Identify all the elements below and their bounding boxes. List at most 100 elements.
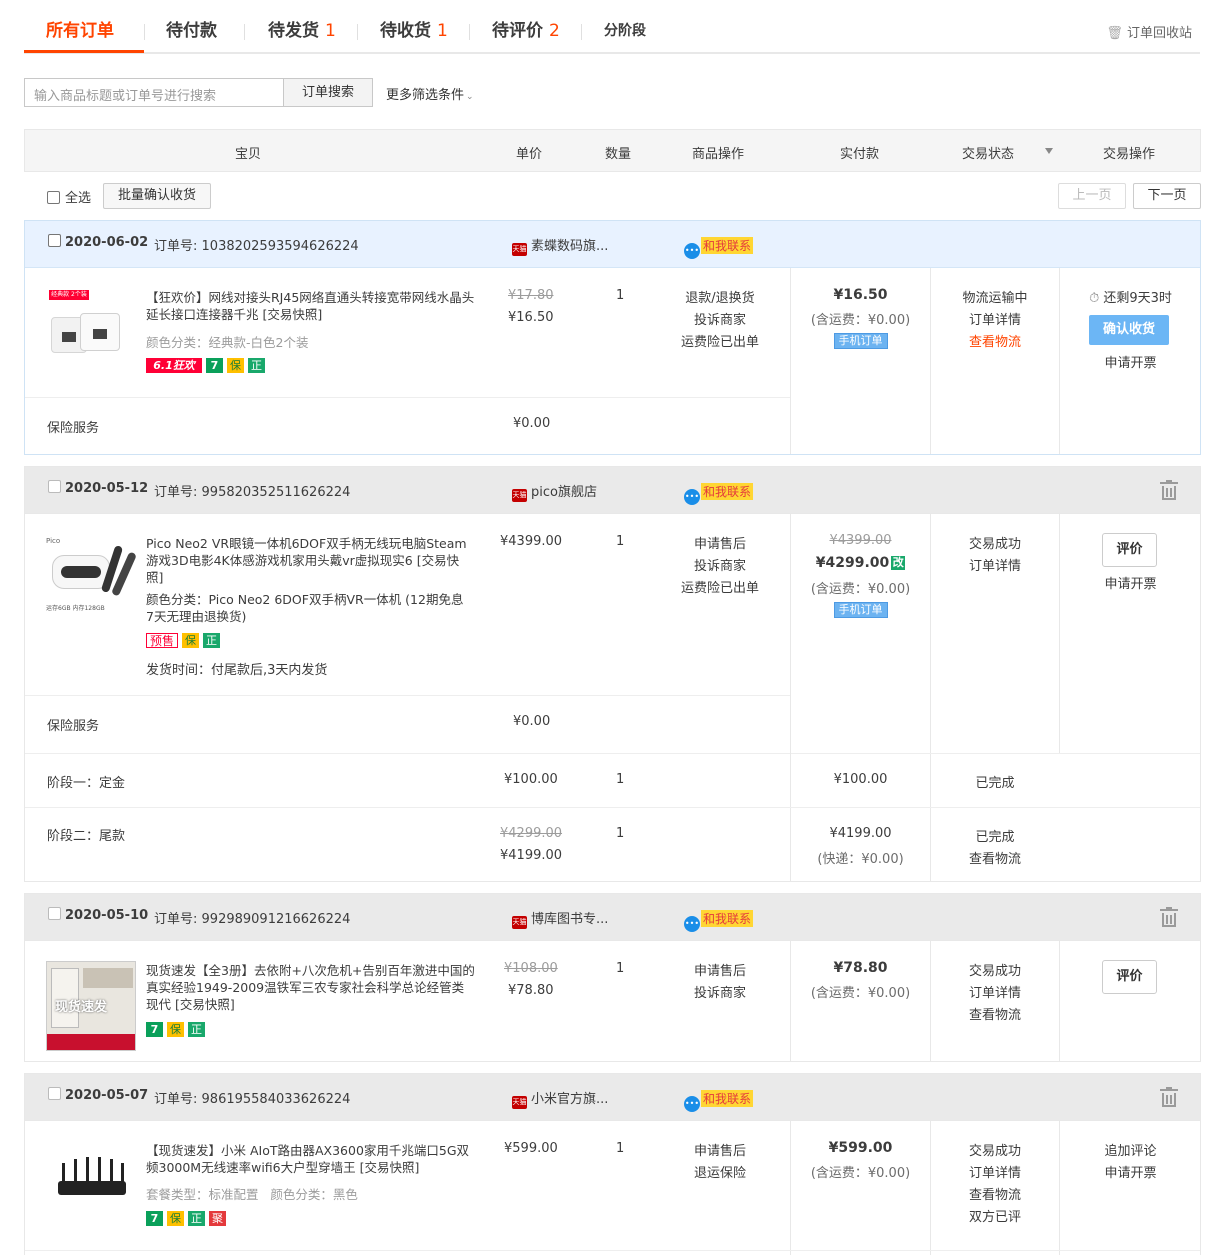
confirm-receipt-button[interactable]: 确认收货 — [1089, 315, 1169, 345]
trash-icon[interactable] — [1160, 907, 1178, 927]
product-title-link[interactable]: 【狂欢价】网线对接头RJ45网络直通头转接宽带网线水晶头延长接口连接器千兆 [交… — [146, 289, 476, 323]
view-logistics-link[interactable]: 查看物流 — [931, 848, 1059, 867]
select-all-label: 全选 — [65, 191, 92, 206]
status-text: 交易成功 — [968, 964, 1021, 979]
promo-badge[interactable]: 6.1狂欢 — [146, 358, 202, 373]
shipping-insurance-link[interactable]: 运费险已出单 — [665, 331, 775, 350]
refund-link[interactable]: 退款/退换货 — [665, 287, 775, 306]
col-price: 单价 — [516, 147, 543, 162]
shipping-insurance-link[interactable]: 运费险已出单 — [665, 577, 775, 596]
seven-day-return-icon[interactable]: 7 — [146, 1211, 163, 1226]
product-image[interactable]: 经典款 2个装 — [46, 287, 136, 377]
order-number-value: 986195584033626224 — [201, 1092, 351, 1107]
search-input[interactable]: 输入商品标题或订单号进行搜索 — [24, 78, 284, 107]
chevron-down-icon: ⌄ — [466, 92, 474, 102]
view-logistics-link[interactable]: 查看物流 — [931, 1004, 1059, 1023]
return-insurance-link[interactable]: 退运保险 — [665, 1162, 775, 1181]
select-all[interactable]: 全选 — [47, 187, 91, 206]
trash-icon[interactable] — [1160, 480, 1178, 500]
order-checkbox[interactable] — [48, 480, 61, 493]
view-logistics-link[interactable]: 查看物流 — [931, 1184, 1059, 1203]
tab-pending-payment[interactable]: 待付款 — [166, 16, 217, 41]
guarantee-icon[interactable]: 保 — [167, 1022, 184, 1037]
genuine-icon[interactable]: 正 — [203, 633, 221, 648]
after-sale-link[interactable]: 申请售后 — [665, 1140, 775, 1159]
shop-link[interactable]: 天猫 博库图书专... — [512, 908, 608, 929]
invoice-link[interactable]: 申请开票 — [1060, 1162, 1201, 1181]
guarantee-icon[interactable]: 保 — [182, 633, 200, 648]
complain-link[interactable]: 投诉商家 — [665, 982, 775, 1001]
view-logistics-link[interactable]: 查看物流 — [931, 331, 1059, 350]
order-number-label: 订单号: — [154, 485, 198, 500]
order-number-label: 订单号: — [154, 912, 198, 927]
rate-button[interactable]: 评价 — [1102, 960, 1157, 994]
invoice-link[interactable]: 申请开票 — [1060, 352, 1201, 371]
tmall-icon: 天猫 — [512, 489, 527, 502]
complain-link[interactable]: 投诉商家 — [665, 309, 775, 328]
guarantee-icon[interactable]: 保 — [227, 358, 244, 373]
shop-link[interactable]: 天猫 小米官方旗... — [512, 1088, 608, 1109]
order-detail-link[interactable]: 订单详情 — [931, 982, 1059, 1001]
invoice-link[interactable]: 申请开票 — [1060, 573, 1201, 592]
divider — [930, 941, 931, 1061]
order-detail-link[interactable]: 订单详情 — [931, 1162, 1059, 1181]
product-title-link[interactable]: 现货速发【全3册】去依附+八次危机+告别百年激进中国的真实经验1949-2009… — [146, 962, 476, 1013]
order-number-value: 1038202593594626224 — [201, 239, 359, 254]
next-page-button[interactable]: 下一页 — [1133, 183, 1201, 209]
presale-badge[interactable]: 预售 — [146, 633, 179, 648]
order-checkbox[interactable] — [48, 907, 61, 920]
genuine-icon[interactable]: 正 — [188, 1211, 205, 1226]
stage-shipping: (快递：¥0.00) — [817, 852, 904, 867]
order-checkbox[interactable] — [48, 234, 61, 247]
product-title-link[interactable]: Pico Neo2 VR眼镜一体机6DOF双手柄无线玩电脑Steam游戏3D电影… — [146, 535, 476, 586]
tab-divider — [244, 24, 245, 40]
more-filters-button[interactable]: 更多筛选条件 ⌄ — [386, 84, 474, 103]
recycle-bin-link[interactable]: 🗑 订单回收站 — [1106, 22, 1192, 41]
tab-pending-shipment[interactable]: 待发货 1 — [268, 16, 336, 41]
genuine-icon[interactable]: 正 — [188, 1022, 205, 1037]
contact-label: 和我联系 — [701, 237, 754, 254]
product-image[interactable] — [46, 1141, 136, 1231]
juhuasuan-icon[interactable]: 聚 — [209, 1211, 226, 1226]
chat-bubble-icon: ••• — [684, 916, 700, 932]
trash-icon[interactable] — [1160, 1087, 1178, 1107]
shop-link[interactable]: 天猫 素蝶数码旗... — [512, 235, 608, 256]
tab-pending-receipt[interactable]: 待收货 1 — [380, 16, 448, 41]
rj45-coupler-graphic — [80, 313, 120, 351]
col-actions: 交易操作 — [1103, 147, 1156, 162]
contact-seller-button[interactable]: ••• 和我联系 — [684, 910, 754, 932]
tab-all-orders[interactable]: 所有订单 — [46, 16, 114, 41]
contact-seller-button[interactable]: ••• 和我联系 — [684, 1090, 754, 1112]
complain-link[interactable]: 投诉商家 — [665, 555, 775, 574]
contact-seller-button[interactable]: ••• 和我联系 — [684, 483, 754, 505]
tab-staged[interactable]: 分阶段 — [604, 20, 646, 40]
guarantee-icon[interactable]: 保 — [167, 1211, 184, 1226]
quantity: 1 — [616, 1141, 625, 1156]
rate-button[interactable]: 评价 — [1102, 533, 1157, 567]
order-checkbox[interactable] — [48, 1087, 61, 1100]
seven-day-return-icon[interactable]: 7 — [206, 358, 223, 373]
contact-seller-button[interactable]: ••• 和我联系 — [684, 237, 754, 259]
tab-pending-review[interactable]: 待评价 2 — [492, 16, 560, 41]
shop-link[interactable]: 天猫 pico旗舰店 — [512, 481, 597, 502]
status-filter-caret-icon[interactable] — [1045, 148, 1053, 154]
after-sale-link[interactable]: 申请售后 — [665, 960, 775, 979]
shop-name: 素蝶数码旗... — [531, 239, 609, 254]
prev-page-button[interactable]: 上一页 — [1058, 183, 1126, 209]
product-title-link[interactable]: 【现货速发】小米 AIoT路由器AX3600家用千兆端口5G双频3000M无线速… — [146, 1142, 476, 1176]
product-image[interactable]: Pico 运存6GB 内存128GB — [46, 537, 138, 627]
after-sale-link[interactable]: 申请售后 — [665, 533, 775, 552]
seven-day-return-icon[interactable]: 7 — [146, 1022, 163, 1037]
batch-confirm-button[interactable]: 批量确认收货 — [103, 183, 211, 209]
select-all-checkbox[interactable] — [47, 191, 60, 204]
order-detail-link[interactable]: 订单详情 — [931, 309, 1059, 328]
append-review-link[interactable]: 追加评论 — [1060, 1140, 1201, 1159]
search-button[interactable]: 订单搜索 — [283, 78, 373, 107]
product-image[interactable]: 现货速发 — [46, 961, 136, 1051]
col-status[interactable]: 交易状态 — [962, 143, 1014, 162]
order-detail-link[interactable]: 订单详情 — [931, 555, 1059, 574]
stage-status: 已完成 — [975, 830, 1015, 845]
antenna-graphic — [62, 1163, 65, 1183]
genuine-icon[interactable]: 正 — [248, 358, 265, 373]
service-badges: 预售保正 — [146, 633, 224, 648]
